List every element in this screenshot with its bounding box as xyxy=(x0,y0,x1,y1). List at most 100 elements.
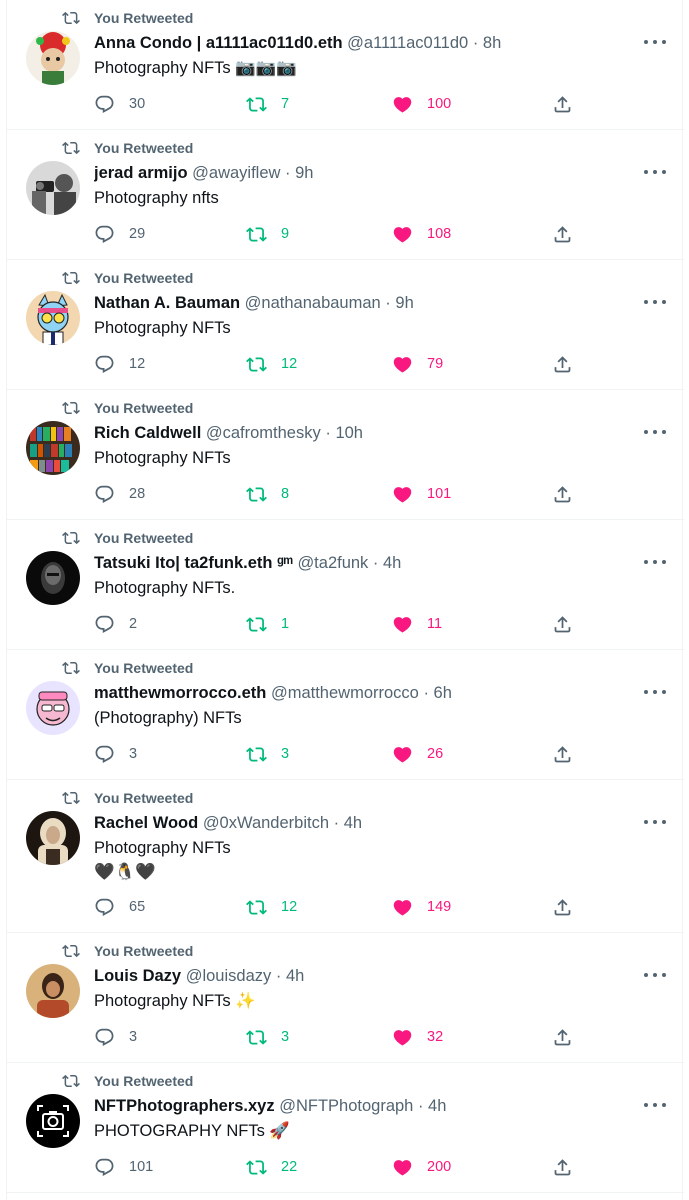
timestamp[interactable]: 4h xyxy=(286,967,304,985)
timestamp[interactable]: 9h xyxy=(295,164,313,182)
display-name[interactable]: Louis Dazy xyxy=(94,967,181,985)
reply-button[interactable]: 3 xyxy=(94,1025,137,1049)
like-button[interactable]: 32 xyxy=(392,1025,443,1049)
retweet-button[interactable]: 9 xyxy=(246,222,289,246)
retweet-count: 12 xyxy=(281,356,298,372)
like-button[interactable]: 108 xyxy=(392,222,451,246)
tweet[interactable]: You Retweeted matthewmorrocco.eth @matth… xyxy=(7,650,684,780)
avatar-cartoon-cat[interactable] xyxy=(26,291,80,345)
more-options-icon[interactable] xyxy=(644,554,666,570)
avatar-bookshelf[interactable] xyxy=(26,421,80,475)
display-name[interactable]: matthewmorrocco.eth xyxy=(94,684,266,702)
reply-button[interactable]: 65 xyxy=(94,895,145,919)
share-button[interactable] xyxy=(552,482,573,506)
like-count: 101 xyxy=(427,486,452,502)
retweet-button[interactable]: 12 xyxy=(246,895,297,919)
timestamp[interactable]: 4h xyxy=(344,814,362,832)
more-options-icon[interactable] xyxy=(644,814,666,830)
user-handle[interactable]: @matthewmorrocco xyxy=(271,684,419,702)
tweet-text: Photography NFTs xyxy=(94,319,231,337)
like-button[interactable]: 100 xyxy=(392,92,451,116)
tweet[interactable]: You Retweeted Rich Caldwell @cafromthesk… xyxy=(7,390,684,520)
timestamp[interactable]: 9h xyxy=(395,294,413,312)
share-button[interactable] xyxy=(552,222,573,246)
user-handle[interactable]: @nathanabauman xyxy=(245,294,381,312)
tweet[interactable]: You Retweeted Louis Dazy @louisdazy · 4h… xyxy=(7,933,684,1063)
tweet[interactable]: You Retweeted Tatsuki Ito| ta2funk.eth ᵍ… xyxy=(7,520,684,650)
tweet[interactable]: You Retweeted jerad armijo @awayiflew · … xyxy=(7,130,684,260)
avatar-bw-photographer[interactable] xyxy=(26,161,80,215)
share-button[interactable] xyxy=(552,352,573,376)
reply-button[interactable]: 2 xyxy=(94,612,137,636)
avatar-blonde-portrait[interactable] xyxy=(26,811,80,865)
reply-button[interactable]: 28 xyxy=(94,482,145,506)
tweet[interactable]: You Retweeted Anna Condo | a1111ac011d0.… xyxy=(7,0,684,130)
tweet-actions: 101 22 200 xyxy=(94,1155,594,1179)
timestamp[interactable]: 8h xyxy=(483,34,501,52)
user-handle[interactable]: @NFTPhotograph xyxy=(279,1097,413,1115)
like-button[interactable]: 101 xyxy=(392,482,451,506)
timestamp[interactable]: 6h xyxy=(434,684,452,702)
display-name[interactable]: jerad armijo xyxy=(94,164,188,182)
like-button[interactable]: 11 xyxy=(392,612,442,636)
retweet-button[interactable]: 22 xyxy=(246,1155,297,1179)
share-icon xyxy=(554,1028,571,1045)
timestamp[interactable]: 10h xyxy=(335,424,363,442)
avatar-colorful-portrait[interactable] xyxy=(26,31,80,85)
like-button[interactable]: 26 xyxy=(392,742,443,766)
share-button[interactable] xyxy=(552,612,573,636)
tweet-header: matthewmorrocco.eth @matthewmorrocco · 6… xyxy=(94,682,624,704)
avatar-dark-portrait[interactable] xyxy=(26,551,80,605)
display-name[interactable]: Rachel Wood xyxy=(94,814,198,832)
avatar-pink-cartoon[interactable] xyxy=(26,681,80,735)
retweet-context: You Retweeted xyxy=(62,789,193,807)
retweet-button[interactable]: 7 xyxy=(246,92,289,116)
tweet-header: NFTPhotographers.xyz @NFTPhotograph · 4h xyxy=(94,1095,624,1117)
more-options-icon[interactable] xyxy=(644,1097,666,1113)
share-button[interactable] xyxy=(552,742,573,766)
like-button[interactable]: 149 xyxy=(392,895,451,919)
reply-button[interactable]: 29 xyxy=(94,222,145,246)
more-options-icon[interactable] xyxy=(644,967,666,983)
more-options-icon[interactable] xyxy=(644,424,666,440)
retweet-button[interactable]: 3 xyxy=(246,1025,289,1049)
share-button[interactable] xyxy=(552,1025,573,1049)
share-button[interactable] xyxy=(552,1155,573,1179)
user-handle[interactable]: @0xWanderbitch xyxy=(203,814,329,832)
tweet[interactable]: You Retweeted Rachel Wood @0xWanderbitch… xyxy=(7,780,684,933)
display-name[interactable]: Anna Condo | a1111ac011d0.eth xyxy=(94,34,343,52)
display-name[interactable]: Nathan A. Bauman xyxy=(94,294,240,312)
user-handle[interactable]: @louisdazy xyxy=(186,967,272,985)
display-name[interactable]: NFTPhotographers.xyz xyxy=(94,1097,275,1115)
like-button[interactable]: 200 xyxy=(392,1155,451,1179)
retweet-button[interactable]: 12 xyxy=(246,352,297,376)
share-button[interactable] xyxy=(552,92,573,116)
more-options-icon[interactable] xyxy=(644,684,666,700)
reply-button[interactable]: 3 xyxy=(94,742,137,766)
retweet-button[interactable]: 3 xyxy=(246,742,289,766)
share-button[interactable] xyxy=(552,895,573,919)
user-handle[interactable]: @a1111ac011d0 xyxy=(347,34,468,52)
timestamp[interactable]: 4h xyxy=(383,554,401,572)
tweet[interactable]: You Retweeted NFTPhotographers.xyz @NFTP… xyxy=(7,1063,684,1193)
display-name[interactable]: Rich Caldwell xyxy=(94,424,201,442)
timestamp[interactable]: 4h xyxy=(428,1097,446,1115)
more-options-icon[interactable] xyxy=(644,294,666,310)
user-handle[interactable]: @awayiflew xyxy=(192,164,280,182)
more-options-icon[interactable] xyxy=(644,34,666,50)
reply-button[interactable]: 30 xyxy=(94,92,145,116)
retweet-icon xyxy=(62,1074,80,1088)
reply-button[interactable]: 12 xyxy=(94,352,145,376)
user-handle[interactable]: @cafromthesky xyxy=(206,424,321,442)
retweet-count: 12 xyxy=(281,899,298,915)
reply-button[interactable]: 101 xyxy=(94,1155,153,1179)
display-name[interactable]: Tatsuki Ito| ta2funk.eth ᵍᵐ xyxy=(94,554,293,572)
avatar-camera-logo[interactable] xyxy=(26,1094,80,1148)
more-options-icon[interactable] xyxy=(644,164,666,180)
user-handle[interactable]: @ta2funk xyxy=(297,554,368,572)
retweet-button[interactable]: 1 xyxy=(246,612,289,636)
avatar-warm-portrait[interactable] xyxy=(26,964,80,1018)
tweet[interactable]: You Retweeted Nathan A. Bauman @nathanab… xyxy=(7,260,684,390)
like-button[interactable]: 79 xyxy=(392,352,443,376)
retweet-button[interactable]: 8 xyxy=(246,482,289,506)
